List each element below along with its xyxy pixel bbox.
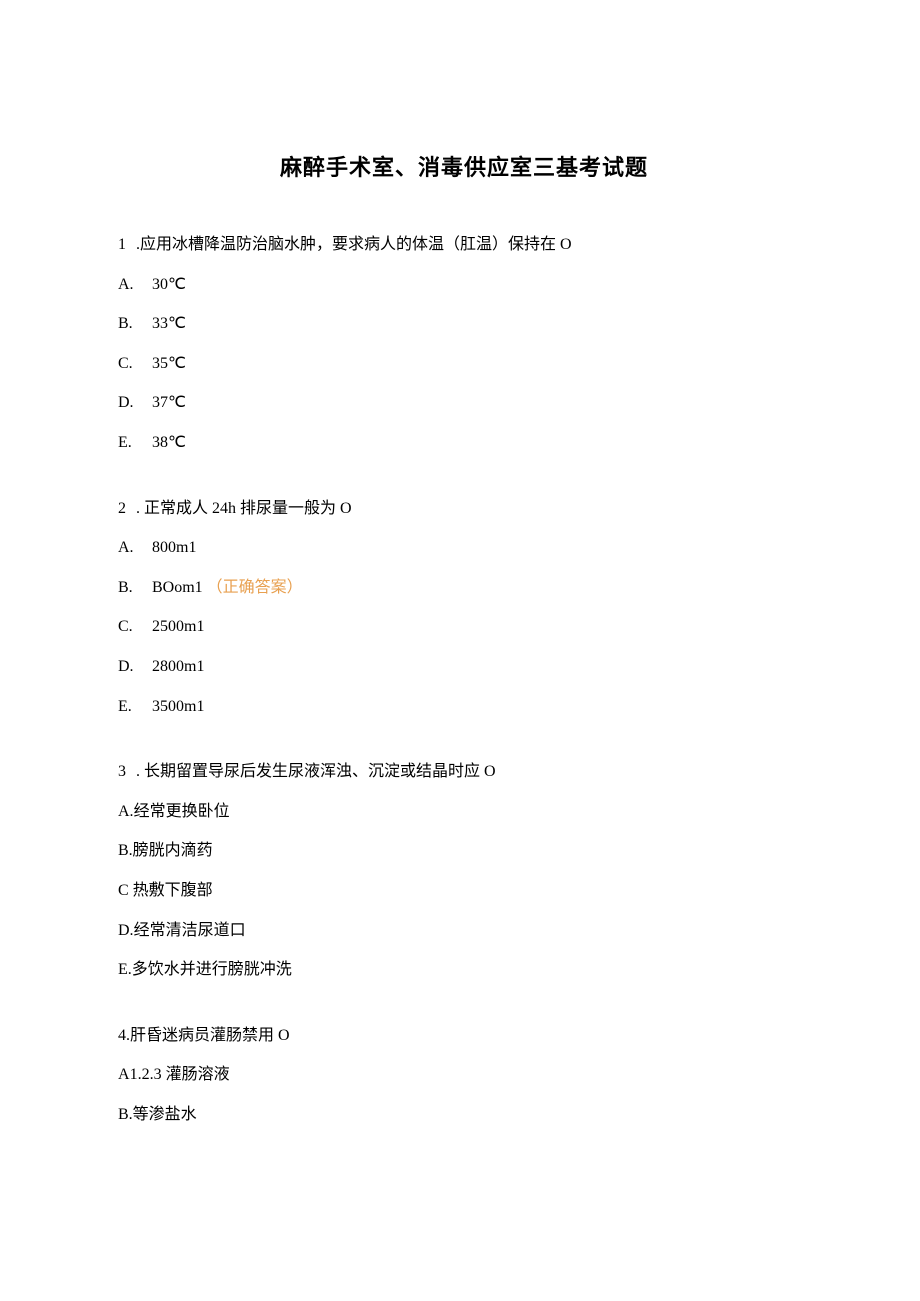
option-label: E. bbox=[118, 430, 152, 456]
option-label: C bbox=[118, 882, 129, 899]
option-label: B. bbox=[118, 842, 133, 859]
option: E.多饮水并进行膀胱冲洗 bbox=[118, 957, 810, 983]
option-label: A. bbox=[118, 272, 152, 298]
option-label: B. bbox=[118, 311, 152, 337]
option: A1.2.3 灌肠溶液 bbox=[118, 1062, 810, 1088]
option-text: 38℃ bbox=[152, 434, 186, 451]
option: D.经常清洁尿道口 bbox=[118, 918, 810, 944]
option: B.膀胱内滴药 bbox=[118, 838, 810, 864]
question-body: 应用冰槽降温防治脑水肿，要求病人的体温（肛温）保持在 O bbox=[140, 236, 572, 253]
question-number: 4. bbox=[118, 1027, 130, 1044]
option: E.3500m1 bbox=[118, 694, 810, 720]
option-label: E. bbox=[118, 961, 132, 978]
correct-answer-mark: （正确答案） bbox=[207, 579, 303, 596]
option-text: 等渗盐水 bbox=[133, 1106, 197, 1123]
question-text: 1 .应用冰槽降温防治脑水肿，要求病人的体温（肛温）保持在 O bbox=[118, 232, 810, 258]
option-label: A. bbox=[118, 803, 134, 820]
question-number: 3 bbox=[118, 759, 132, 785]
question-number: 1 bbox=[118, 232, 132, 258]
question-body: 长期留置导尿后发生尿液浑浊、沉淀或结晶时应 O bbox=[144, 763, 496, 780]
option-text: 35℃ bbox=[152, 355, 186, 372]
option-text: 膀胱内滴药 bbox=[133, 842, 213, 859]
option: D.2800m1 bbox=[118, 654, 810, 680]
question-body: 肝昏迷病员灌肠禁用 O bbox=[130, 1027, 290, 1044]
option-text: 1.2.3 灌肠溶液 bbox=[130, 1066, 230, 1083]
option-label: B. bbox=[118, 575, 152, 601]
option: C.35℃ bbox=[118, 351, 810, 377]
question-text: 3 . 长期留置导尿后发生尿液浑浊、沉淀或结晶时应 O bbox=[118, 759, 810, 785]
option-label: B. bbox=[118, 1106, 133, 1123]
option-label: A. bbox=[118, 535, 152, 561]
option-text: 30℃ bbox=[152, 276, 186, 293]
question-number: 2 bbox=[118, 496, 132, 522]
question-sep: . bbox=[132, 763, 144, 780]
option: B.等渗盐水 bbox=[118, 1102, 810, 1128]
option-label: A bbox=[118, 1066, 130, 1083]
option: E.38℃ bbox=[118, 430, 810, 456]
option-label: E. bbox=[118, 694, 152, 720]
option: C 热敷下腹部 bbox=[118, 878, 810, 904]
option-text: 800m1 bbox=[152, 539, 196, 556]
option-text: 2800m1 bbox=[152, 658, 204, 675]
page-title: 麻醉手术室、消毒供应室三基考试题 bbox=[118, 150, 810, 182]
question-text: 2 . 正常成人 24h 排尿量一般为 O bbox=[118, 496, 810, 522]
option-label: D. bbox=[118, 390, 152, 416]
question-body: 正常成人 24h 排尿量一般为 O bbox=[144, 500, 352, 517]
option: C.2500m1 bbox=[118, 614, 810, 640]
option-text: 经常清洁尿道口 bbox=[134, 922, 246, 939]
option-text: 37℃ bbox=[152, 394, 186, 411]
question-block: 1 .应用冰槽降温防治脑水肿，要求病人的体温（肛温）保持在 O A.30℃ B.… bbox=[118, 232, 810, 456]
option: D.37℃ bbox=[118, 390, 810, 416]
question-sep: . bbox=[132, 236, 140, 253]
option-text: 热敷下腹部 bbox=[129, 882, 213, 899]
option-text: 2500m1 bbox=[152, 618, 204, 635]
option: B.BOom1 （正确答案） bbox=[118, 575, 810, 601]
option-text: BOom1 bbox=[152, 579, 203, 596]
option-label: D. bbox=[118, 654, 152, 680]
question-block: 2 . 正常成人 24h 排尿量一般为 O A.800m1 B.BOom1 （正… bbox=[118, 496, 810, 720]
question-block: 4.肝昏迷病员灌肠禁用 O A1.2.3 灌肠溶液 B.等渗盐水 bbox=[118, 1023, 810, 1128]
option: B.33℃ bbox=[118, 311, 810, 337]
question-sep: . bbox=[132, 500, 144, 517]
option: A.经常更换卧位 bbox=[118, 799, 810, 825]
option-text: 经常更换卧位 bbox=[134, 803, 230, 820]
question-block: 3 . 长期留置导尿后发生尿液浑浊、沉淀或结晶时应 O A.经常更换卧位 B.膀… bbox=[118, 759, 810, 983]
option-text: 3500m1 bbox=[152, 698, 204, 715]
option-text: 33℃ bbox=[152, 315, 186, 332]
option: A.30℃ bbox=[118, 272, 810, 298]
option-label: C. bbox=[118, 614, 152, 640]
option-text: 多饮水并进行膀胱冲洗 bbox=[132, 961, 292, 978]
option-label: C. bbox=[118, 351, 152, 377]
option-label: D. bbox=[118, 922, 134, 939]
question-text: 4.肝昏迷病员灌肠禁用 O bbox=[118, 1023, 810, 1049]
option: A.800m1 bbox=[118, 535, 810, 561]
